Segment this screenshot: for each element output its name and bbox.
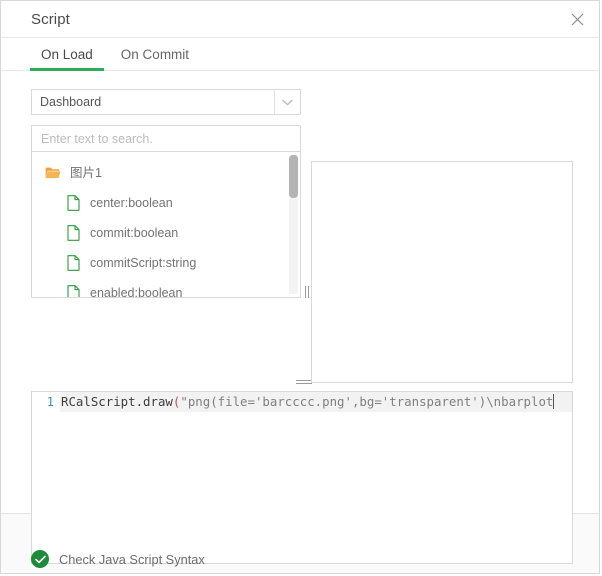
code-line: 1 RCalScript.draw("png(file='barcccc.png… xyxy=(32,392,572,412)
file-icon xyxy=(64,284,82,298)
text-caret xyxy=(553,394,554,409)
tree-node-label: commit:boolean xyxy=(90,227,178,240)
folder-icon xyxy=(44,164,62,182)
close-icon[interactable] xyxy=(563,5,591,33)
tree-node-label: 图片1 xyxy=(70,167,102,180)
script-dialog: Script On Load On Commit Dashboard xyxy=(0,0,600,574)
search-input[interactable] xyxy=(32,126,300,151)
tree-node-label: commitScript:string xyxy=(90,257,196,270)
tab-on-commit-label: On Commit xyxy=(121,47,189,62)
file-icon xyxy=(64,224,82,242)
check-syntax-label: Check Java Script Syntax xyxy=(59,552,205,567)
resource-tree-column: Dashboard xyxy=(31,89,301,298)
dialog-title: Script xyxy=(31,11,70,28)
search-box[interactable] xyxy=(31,125,301,151)
tree-scrollbar-thumb[interactable] xyxy=(289,155,298,198)
file-icon xyxy=(64,254,82,272)
script-code-editor[interactable]: 1 RCalScript.draw("png(file='barcccc.png… xyxy=(31,391,573,564)
check-circle-icon xyxy=(31,550,49,568)
tab-on-load[interactable]: On Load xyxy=(27,38,107,70)
splitter-grip-icon xyxy=(296,380,312,381)
resource-tree-panel[interactable]: 图片1 center:boolean xyxy=(31,151,301,298)
code-token-string: "png(file='barcccc.png',bg='transparent'… xyxy=(180,394,553,409)
splitter-grip-icon xyxy=(305,286,309,298)
dialog-body: Dashboard xyxy=(1,71,599,513)
tree-node-commit-script[interactable]: commitScript:string xyxy=(32,248,300,278)
dialog-titlebar: Script xyxy=(1,1,599,38)
tab-on-load-label: On Load xyxy=(41,47,93,62)
code-line-number: 1 xyxy=(32,392,60,412)
file-icon xyxy=(64,194,82,212)
tree-node-label: enabled:boolean xyxy=(90,287,182,298)
preview-panel[interactable] xyxy=(311,161,573,383)
dataset-select-value: Dashboard xyxy=(32,95,274,109)
tab-on-commit[interactable]: On Commit xyxy=(107,38,203,70)
resource-tree-list: 图片1 center:boolean xyxy=(32,152,300,298)
chevron-down-icon[interactable] xyxy=(274,90,300,114)
tree-node-label: center:boolean xyxy=(90,197,173,210)
code-line-text[interactable]: RCalScript.draw("png(file='barcccc.png',… xyxy=(60,392,572,412)
code-token-prefix: RCalScript.draw xyxy=(61,394,173,409)
vertical-splitter-handle[interactable] xyxy=(303,199,311,385)
tab-bar: On Load On Commit xyxy=(1,38,599,71)
tree-node-center[interactable]: center:boolean xyxy=(32,188,300,218)
splitter-grip-icon xyxy=(296,383,312,384)
tree-node-enabled[interactable]: enabled:boolean xyxy=(32,278,300,298)
tree-node-commit[interactable]: commit:boolean xyxy=(32,218,300,248)
check-syntax-action[interactable]: Check Java Script Syntax xyxy=(31,550,205,568)
tree-scrollbar[interactable] xyxy=(289,155,298,294)
tree-node-folder[interactable]: 图片1 xyxy=(32,158,300,188)
dataset-select[interactable]: Dashboard xyxy=(31,89,301,115)
